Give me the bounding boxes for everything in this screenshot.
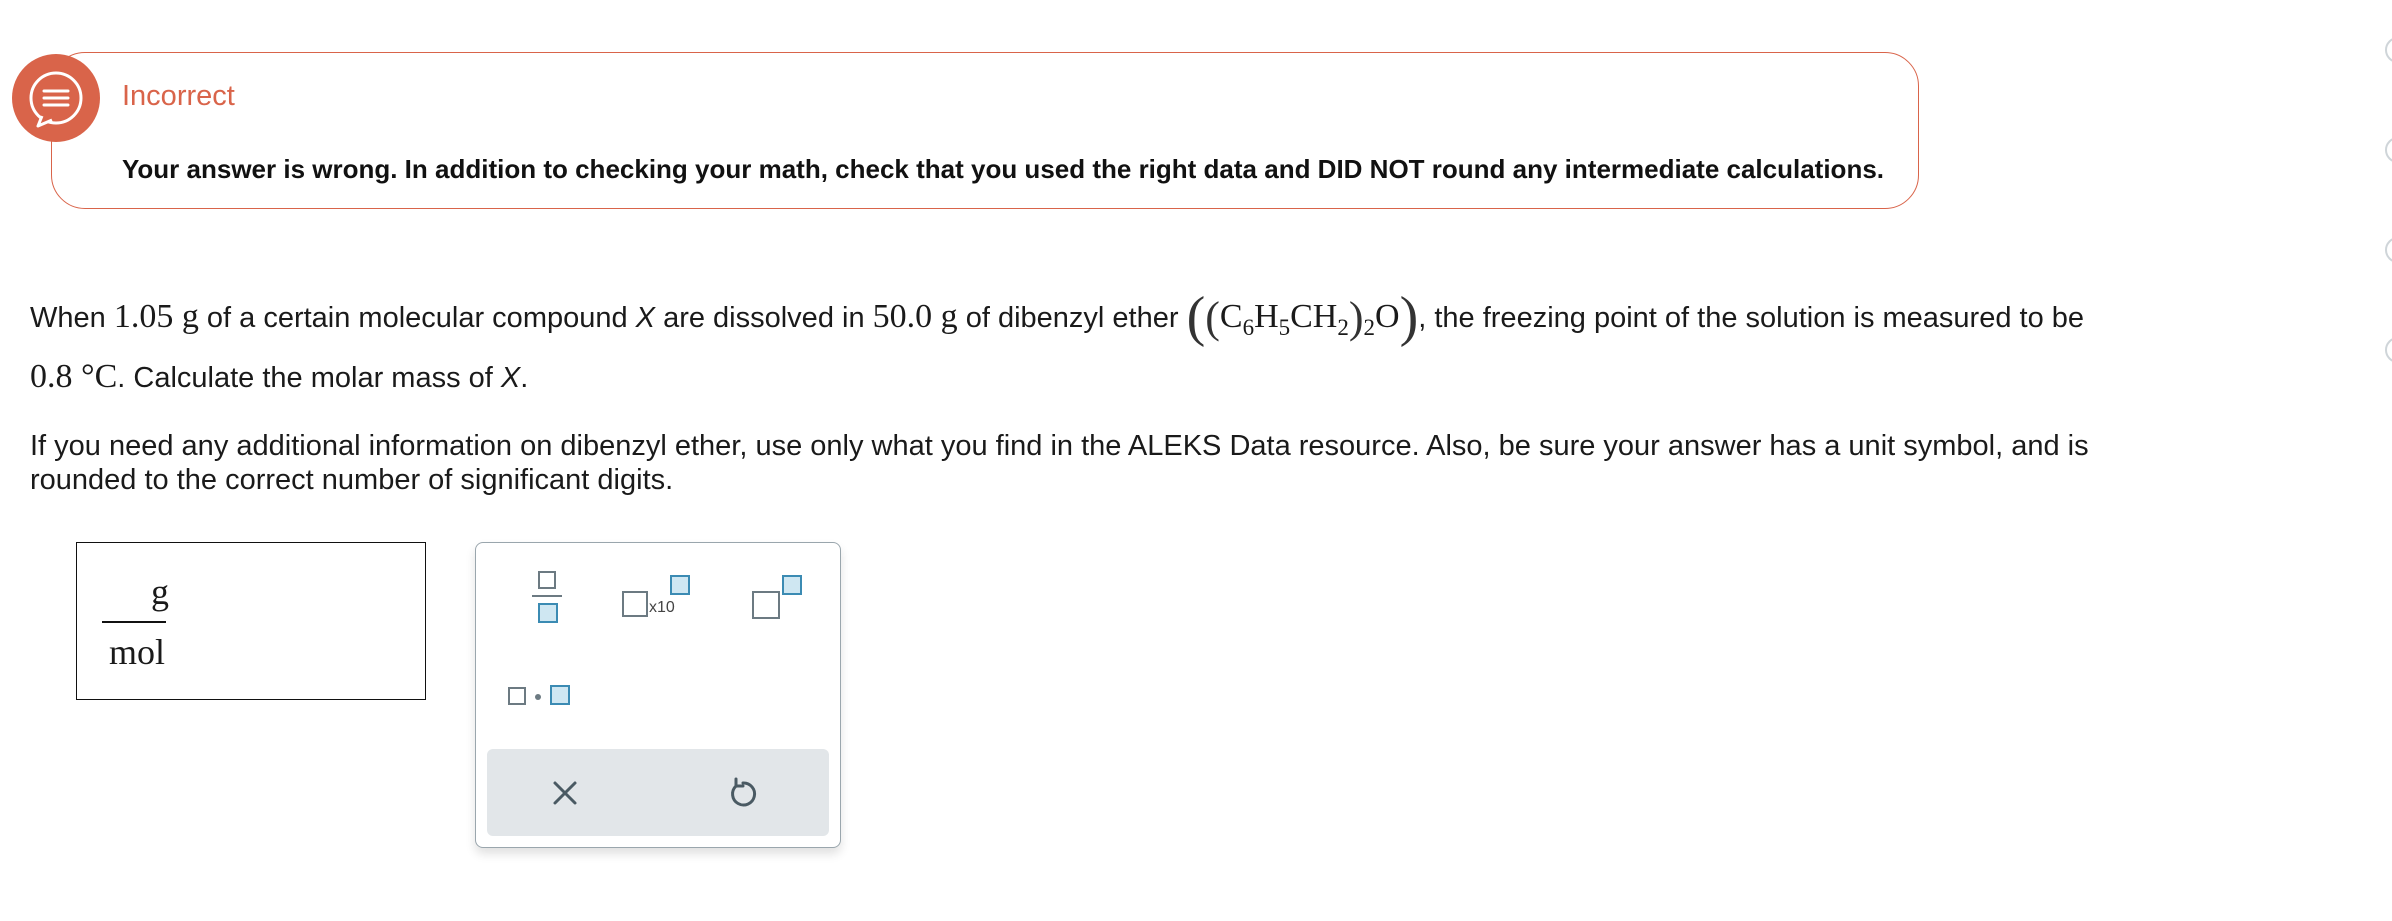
fraction-denominator-slot-icon	[538, 603, 558, 623]
dot-operator-icon	[535, 694, 541, 700]
question-text: of dibenzyl ether	[957, 302, 1187, 334]
formula-h-sub: 5	[1278, 315, 1291, 340]
feedback-chat-icon	[12, 54, 100, 142]
unit-fraction-bar	[102, 621, 166, 623]
feedback-title: Incorrect	[122, 80, 235, 112]
formula-o: O	[1375, 298, 1400, 335]
feedback-message: Your answer is wrong. In addition to che…	[122, 154, 1885, 184]
right-edge-scroll-markers	[2384, 0, 2392, 916]
solvent-mass: 50.0 g	[872, 298, 958, 335]
superscript-slot-icon	[782, 575, 802, 595]
left-operand-slot-icon	[508, 687, 526, 705]
formula-h: H	[1254, 298, 1279, 335]
answer-input-box[interactable]: g mol	[76, 542, 426, 700]
compound-symbol: X	[500, 362, 521, 394]
close-icon	[553, 781, 577, 805]
undo-icon	[731, 777, 757, 807]
multiply-dot-button[interactable]	[508, 683, 578, 713]
unit-numerator: g	[151, 572, 169, 612]
question-text: , the freezing point of the solution is …	[1418, 302, 2085, 334]
fraction-numerator-slot-icon	[538, 571, 556, 589]
coefficient-slot-icon	[622, 591, 648, 617]
question-text: When	[30, 302, 114, 334]
undo-button[interactable]	[723, 773, 763, 813]
instructions-line-1: If you need any additional information o…	[30, 430, 2089, 462]
question-line-2: 0.8 °C. Calculate the molar mass of X.	[30, 358, 528, 396]
fraction-button[interactable]	[526, 569, 566, 625]
dibenzyl-ether-formula: ((C6H5CH2)2O)	[1186, 286, 1419, 348]
question-text: .	[520, 362, 529, 394]
clear-button[interactable]	[545, 773, 585, 813]
fraction-bar-icon	[532, 595, 562, 597]
sample-mass: 1.05 g	[113, 298, 199, 335]
formula-c: C	[1219, 298, 1243, 335]
formula-ch: CH	[1290, 298, 1338, 335]
math-tool-palette: x10	[475, 542, 841, 848]
superscript-button[interactable]	[752, 573, 812, 625]
question-text: are dissolved in	[655, 302, 873, 334]
formula-c-sub: 6	[1242, 315, 1255, 340]
palette-footer	[487, 749, 829, 836]
right-operand-slot-icon	[550, 685, 570, 705]
exponent-slot-icon	[670, 575, 690, 595]
formula-ch-sub: 2	[1337, 315, 1349, 340]
instructions-line-2: rounded to the correct number of signifi…	[30, 464, 674, 496]
compound-symbol: X	[635, 302, 656, 334]
unit-denominator: mol	[108, 632, 165, 672]
freezing-point-value: 0.8 °C	[30, 358, 118, 395]
question-text: of a certain molecular compound	[198, 302, 636, 334]
formula-group-sub: 2	[1363, 315, 1376, 340]
times-ten-power-button[interactable]: x10	[622, 573, 698, 625]
question-line-1: When 1.05 g of a certain molecular compo…	[30, 285, 2084, 349]
feedback-banner	[51, 52, 1919, 209]
question-text: . Calculate the molar mass of	[117, 362, 501, 394]
base-slot-icon	[752, 591, 780, 619]
x10-label: x10	[649, 599, 675, 616]
